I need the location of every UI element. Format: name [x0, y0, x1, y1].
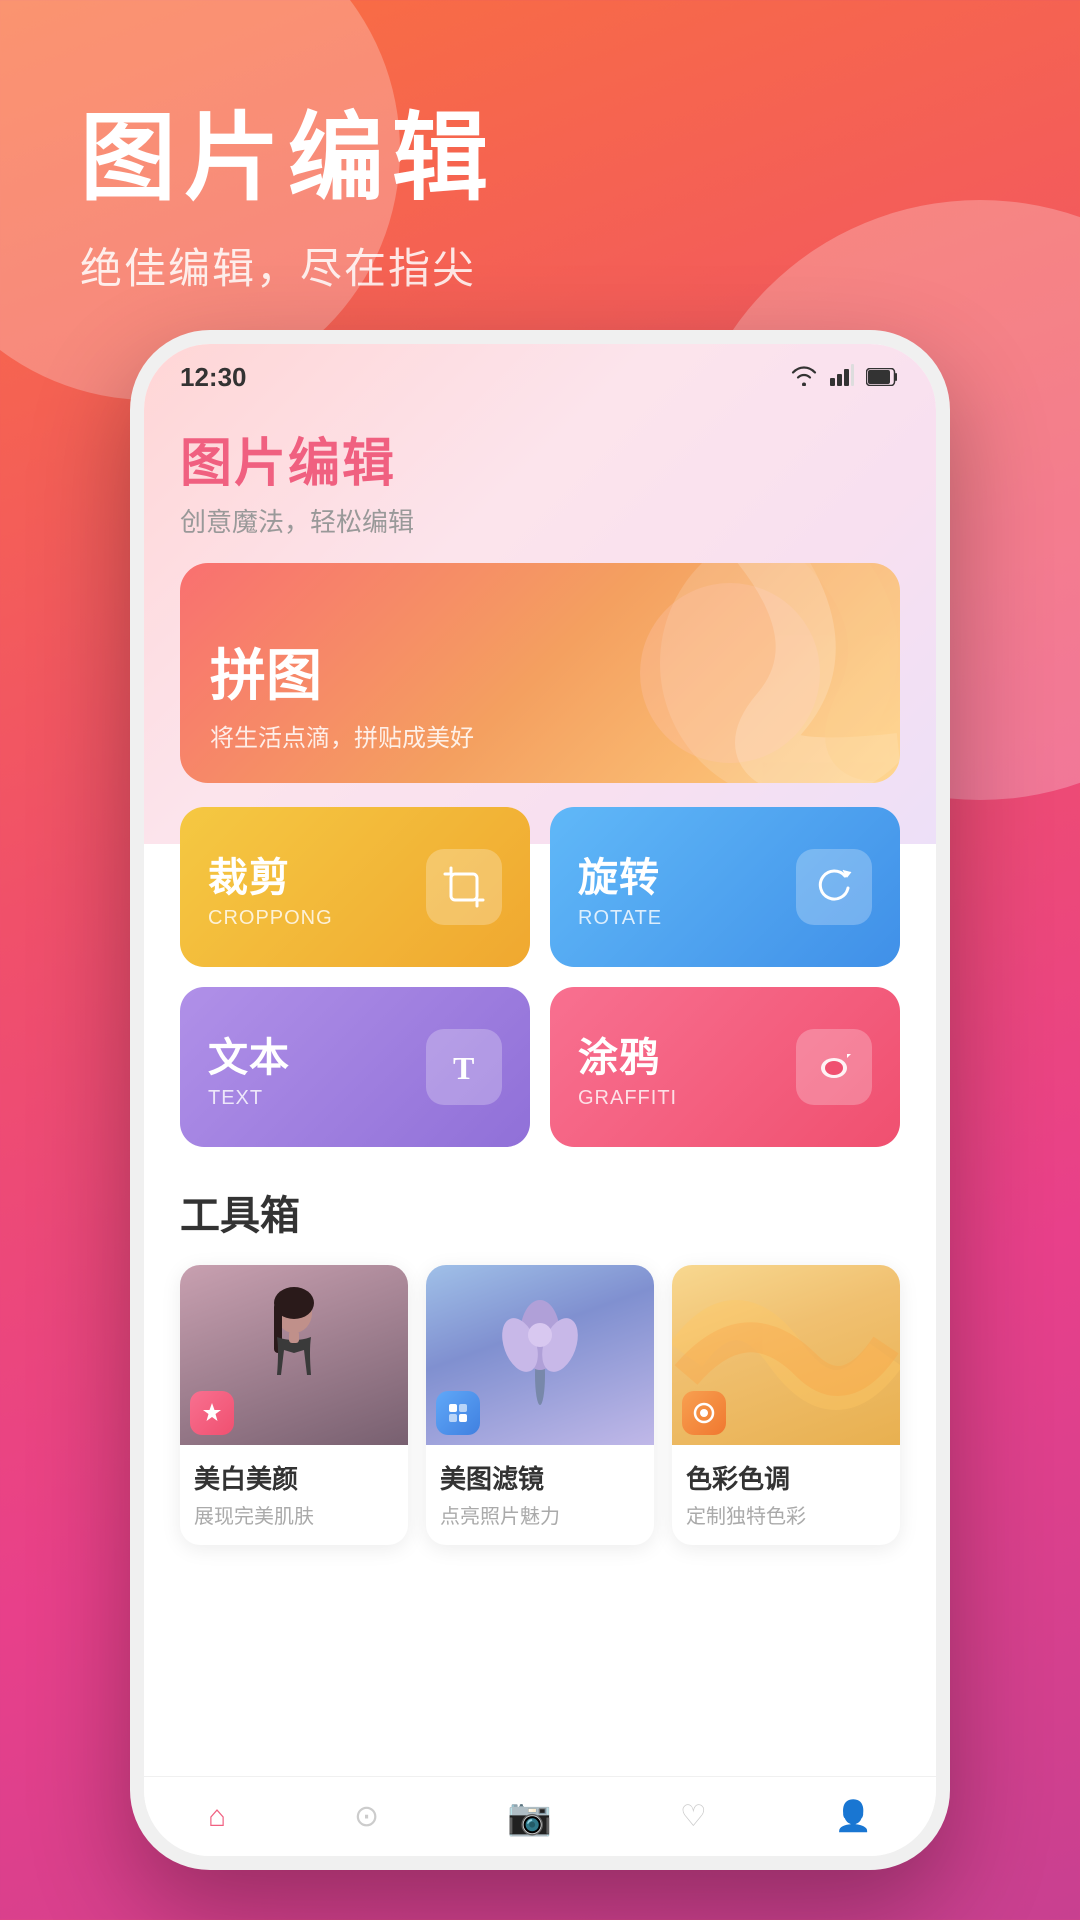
banner-card[interactable]: 拼图 将生活点滴，拼贴成美好	[180, 563, 900, 783]
tool-graffiti-icon	[796, 1029, 872, 1105]
toolbox-card-beauty[interactable]: 美白美颜 展现完美肌肤	[180, 1265, 408, 1545]
tool-crop-name: 裁剪	[208, 845, 333, 903]
tool-graffiti-text: 涂鸦 GRAFFITI	[578, 1025, 677, 1110]
bottom-nav: ⌂ ⊙ 📷 ♡ 👤	[144, 1776, 936, 1856]
banner-text: 拼图 将生活点滴，拼贴成美好	[210, 631, 474, 753]
status-icons	[790, 362, 900, 393]
flower-decoration	[490, 1285, 590, 1415]
page-header: 图片编辑 绝佳编辑，尽在指尖	[80, 80, 496, 296]
tool-text-name-en: TEXT	[208, 1087, 290, 1110]
toolbox-card-beauty-body: 美白美颜 展现完美肌肤	[180, 1445, 408, 1545]
battery-icon	[866, 362, 900, 393]
nav-profile-icon[interactable]: 👤	[835, 1799, 872, 1834]
app-title: 图片编辑	[180, 421, 900, 496]
banner-wave-svg	[560, 563, 900, 783]
status-time: 12:30	[180, 362, 247, 393]
page-main-subtitle: 绝佳编辑，尽在指尖	[80, 235, 496, 296]
toolbox-card-color-desc: 定制独特色彩	[686, 1500, 886, 1529]
toolbox-card-color-body: 色彩色调 定制独特色彩	[672, 1445, 900, 1545]
tool-crop-icon	[426, 849, 502, 925]
toolbox-card-color-image	[672, 1265, 900, 1445]
app-header: 图片编辑 创意魔法，轻松编辑	[180, 401, 900, 563]
tool-rotate-name: 旋转	[578, 845, 662, 903]
tool-crop-text: 裁剪 CROPPONG	[208, 845, 333, 930]
toolbox-card-filter-image	[426, 1265, 654, 1445]
signal-icon	[830, 362, 854, 393]
toolbox-section-title: 工具箱	[180, 1183, 900, 1241]
tool-rotate[interactable]: 旋转 ROTATE	[550, 807, 900, 967]
app-subtitle: 创意魔法，轻松编辑	[180, 502, 900, 539]
toolbox-card-beauty-image	[180, 1265, 408, 1445]
toolbox-card-filter[interactable]: 美图滤镜 点亮照片魅力	[426, 1265, 654, 1545]
toolbox-card-color[interactable]: 色彩色调 定制独特色彩	[672, 1265, 900, 1545]
nav-home-icon[interactable]: ⌂	[208, 1800, 226, 1834]
tool-crop-name-en: CROPPONG	[208, 907, 333, 930]
tool-graffiti-name: 涂鸦	[578, 1025, 677, 1083]
banner-title: 拼图	[210, 631, 474, 712]
tool-text-name: 文本	[208, 1025, 290, 1083]
tool-graffiti[interactable]: 涂鸦 GRAFFITI	[550, 987, 900, 1147]
toolbox-card-color-title: 色彩色调	[686, 1459, 886, 1496]
wifi-icon	[790, 362, 818, 393]
toolbox-card-filter-desc: 点亮照片魅力	[440, 1500, 640, 1529]
phone-mockup: 12:30	[130, 330, 950, 1870]
toolbox-card-beauty-desc: 展现完美肌肤	[194, 1500, 394, 1529]
tool-rotate-icon	[796, 849, 872, 925]
nav-search-icon[interactable]: ⊙	[354, 1799, 379, 1834]
person-silhouette	[249, 1285, 339, 1445]
toolbox-card-filter-body: 美图滤镜 点亮照片魅力	[426, 1445, 654, 1545]
tool-text-text: 文本 TEXT	[208, 1025, 290, 1110]
toolbox-card-color-icon	[682, 1391, 726, 1435]
phone-content: 图片编辑 创意魔法，轻松编辑 拼图 将生活点滴，拼贴成美好 裁剪 CRO	[144, 401, 936, 1585]
tool-text[interactable]: 文本 TEXT T	[180, 987, 530, 1147]
nav-favorites-icon[interactable]: ♡	[680, 1799, 707, 1834]
toolbox-card-beauty-icon	[190, 1391, 234, 1435]
tool-crop[interactable]: 裁剪 CROPPONG	[180, 807, 530, 967]
tool-rotate-name-en: ROTATE	[578, 907, 662, 930]
toolbox-card-beauty-title: 美白美颜	[194, 1459, 394, 1496]
page-main-title: 图片编辑	[80, 80, 496, 219]
toolbox-grid: 美白美颜 展现完美肌肤	[180, 1265, 900, 1545]
nav-camera-icon[interactable]: 📷	[507, 1796, 552, 1838]
tool-rotate-text: 旋转 ROTATE	[578, 845, 662, 930]
toolbox-section: 工具箱	[180, 1183, 900, 1545]
svg-text:T: T	[453, 1050, 474, 1086]
tool-graffiti-name-en: GRAFFITI	[578, 1087, 677, 1110]
toolbox-card-filter-icon	[436, 1391, 480, 1435]
toolbox-card-filter-title: 美图滤镜	[440, 1459, 640, 1496]
status-bar: 12:30	[144, 344, 936, 401]
tools-grid: 裁剪 CROPPONG 旋转 ROTATE	[180, 807, 900, 1147]
banner-subtitle: 将生活点滴，拼贴成美好	[210, 718, 474, 753]
tool-text-icon: T	[426, 1029, 502, 1105]
